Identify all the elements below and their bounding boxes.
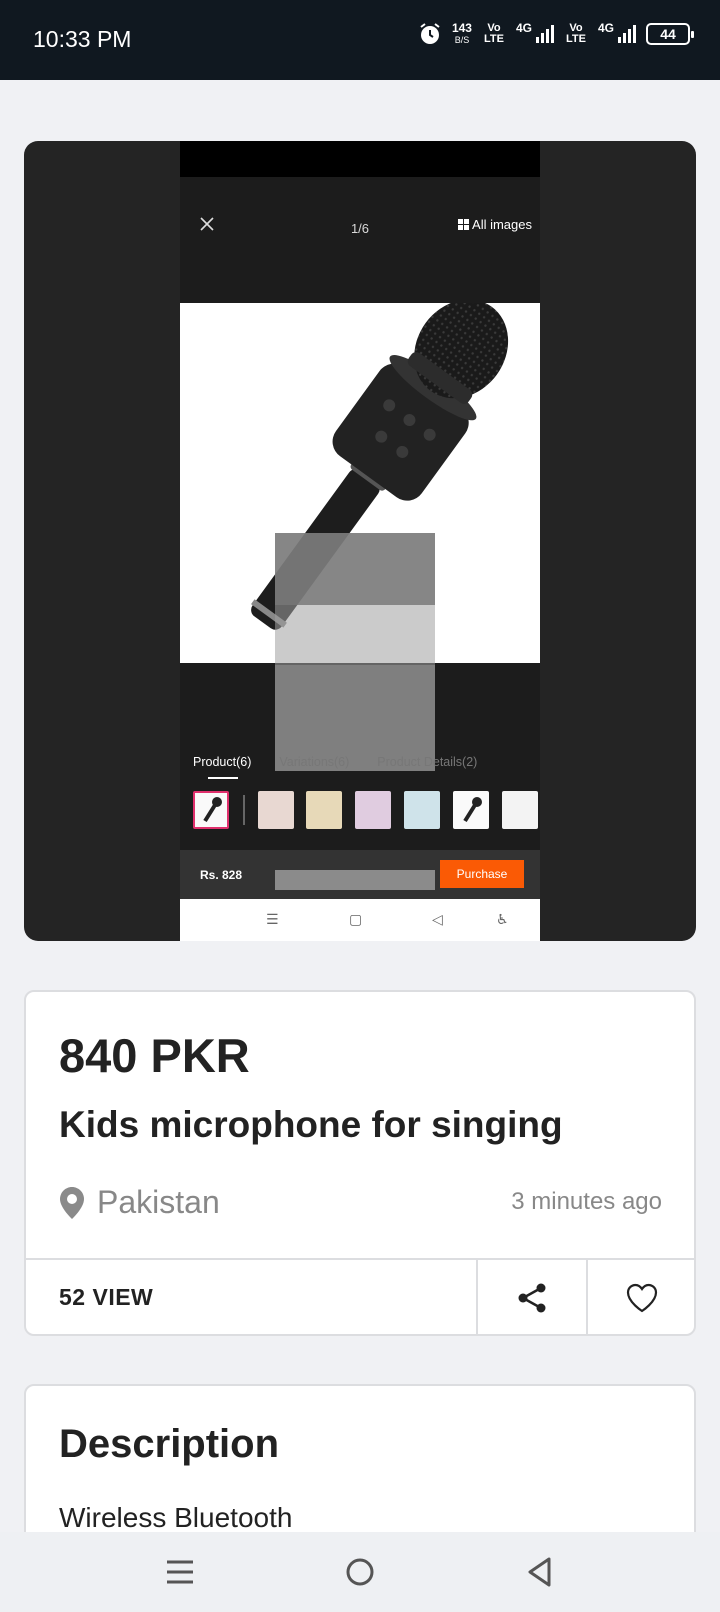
thumbnail[interactable] — [306, 791, 342, 829]
product-info-card: 840 PKR Kids microphone for singing Paki… — [24, 990, 696, 1336]
menu-icon — [167, 1560, 193, 1584]
thumbnail[interactable] — [355, 791, 391, 829]
thumbnail[interactable] — [258, 791, 294, 829]
thumbnail[interactable] — [453, 791, 489, 829]
alarm-icon — [420, 23, 440, 44]
tab-product[interactable]: Product(6) — [193, 755, 251, 769]
location-pin-icon — [60, 1186, 84, 1219]
favorite-button[interactable] — [588, 1260, 694, 1334]
tab-product-details[interactable]: Product Details(2) — [377, 755, 477, 769]
product-location: Pakistan — [59, 1184, 220, 1221]
home-icon: ▢ — [349, 911, 363, 927]
net-speed: 143 B/S — [451, 21, 472, 45]
product-price: 840 PKR — [59, 1029, 250, 1082]
back-icon: ◁ — [432, 911, 443, 927]
recents-button[interactable] — [162, 1554, 198, 1590]
product-image[interactable]: 1/6 All images Product(6) Variations(6) … — [180, 141, 540, 941]
home-button[interactable] — [342, 1554, 378, 1590]
battery-icon: 44 — [646, 23, 694, 45]
thumbnail[interactable] — [502, 791, 538, 829]
thumbnail[interactable] — [193, 791, 229, 829]
menu-icon: ☰ — [266, 911, 279, 927]
back-triangle-icon — [528, 1557, 551, 1587]
posted-time: 3 minutes ago — [511, 1188, 662, 1215]
home-circle-icon — [346, 1558, 374, 1586]
status-icons: 143 B/S Vo LTE 4G Vo LTE 4G 44 — [418, 21, 694, 46]
signal-icon-1: 4G — [516, 21, 554, 43]
image-nav-bar: ☰ ▢ ◁ ♿ — [180, 899, 540, 941]
status-time: 10:33 PM — [33, 26, 132, 52]
volte-badge-1: Vo LTE — [483, 22, 504, 45]
description-text: Wireless Bluetooth — [59, 1502, 293, 1533]
overlay-ghost-header — [275, 533, 435, 605]
thumbnail-strip — [193, 791, 540, 829]
volte-badge-2: Vo LTE — [566, 22, 586, 45]
overlay-ghost-nav — [275, 870, 435, 890]
system-nav-bar — [0, 1532, 720, 1612]
active-tab-indicator — [208, 777, 238, 779]
back-button[interactable] — [522, 1554, 558, 1590]
view-count: 52 VIEW — [59, 1284, 154, 1310]
location-label: Pakistan — [97, 1184, 220, 1220]
thumbnail-divider — [243, 795, 245, 825]
thumbnail[interactable] — [404, 791, 440, 829]
image-price: Rs. 828 — [200, 868, 243, 882]
accessibility-icon: ♿ — [496, 911, 509, 927]
heart-icon — [626, 1283, 658, 1313]
image-top-bar — [180, 141, 540, 177]
overlay-ghost-image — [275, 605, 435, 665]
description-heading: Description — [59, 1422, 280, 1466]
share-icon — [518, 1283, 546, 1313]
all-images-link: All images — [458, 217, 532, 232]
tab-variations[interactable]: Variations(6) — [279, 755, 349, 769]
image-purchase-bar: Rs. 828 Purchase — [180, 850, 540, 899]
product-image-card[interactable]: 1/6 All images Product(6) Variations(6) … — [24, 141, 696, 941]
image-purchase-button[interactable]: Purchase — [440, 860, 524, 888]
status-bar: 10:33 PM 143 B/S Vo LTE 4G Vo LTE 4G 44 — [0, 0, 720, 80]
grid-icon — [458, 219, 470, 230]
product-title: Kids microphone for singing — [59, 1104, 563, 1145]
share-button[interactable] — [478, 1260, 586, 1334]
image-tabs: Product(6) Variations(6) Product Details… — [193, 755, 477, 769]
signal-icon-2: 4G — [598, 21, 636, 43]
